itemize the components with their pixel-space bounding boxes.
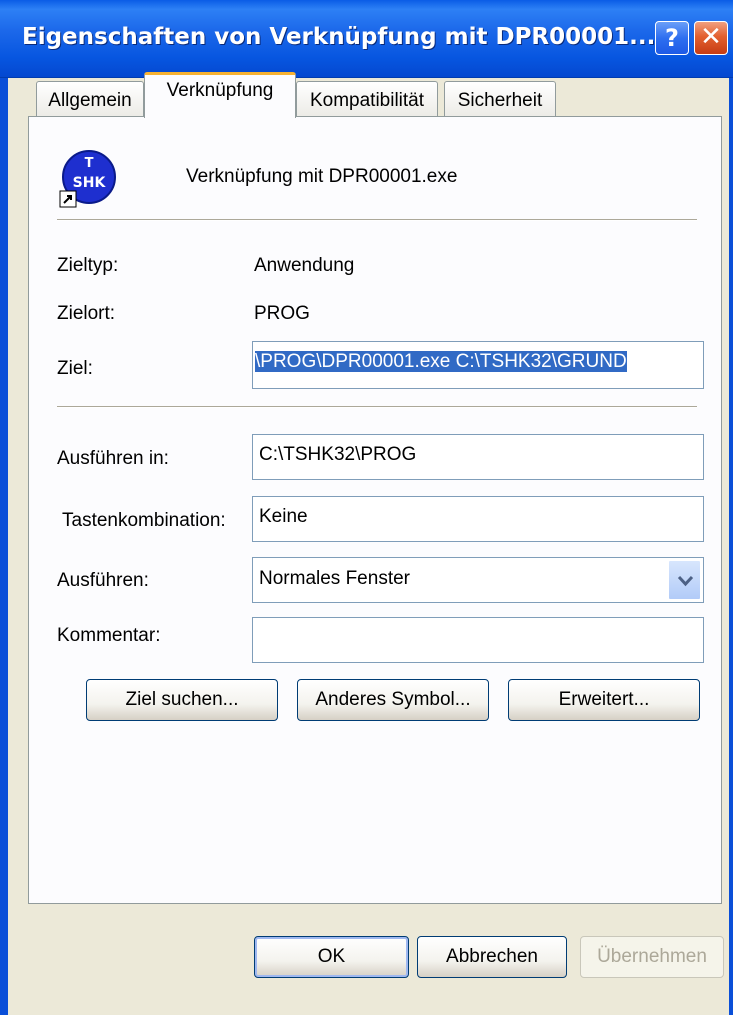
zielort-value: PROG <box>254 303 310 324</box>
chevron-down-icon <box>677 575 694 587</box>
window-frame-left <box>0 78 8 1015</box>
ausfuehren-dropdown-button[interactable] <box>668 560 701 600</box>
abbrechen-button[interactable]: Abbrechen <box>417 936 567 978</box>
zieltyp-label: Zieltyp: <box>57 255 119 276</box>
anderes-symbol-button[interactable]: Anderes Symbol... <box>297 679 489 721</box>
separator-top <box>57 219 697 221</box>
uebernehmen-button[interactable]: Übernehmen <box>580 936 724 978</box>
ziel-label: Ziel: <box>57 358 93 379</box>
zieltyp-value: Anwendung <box>254 255 355 276</box>
tab-verknuepfung[interactable]: Verknüpfung <box>144 72 296 118</box>
tastenkombination-input[interactable]: Keine <box>252 496 704 542</box>
ausfuehren-in-input[interactable]: C:\TSHK32\PROG <box>252 434 704 480</box>
window-title: Eigenschaften von Verknüpfung mit DPR000… <box>22 24 665 50</box>
ausfuehren-select[interactable]: Normales Fenster <box>252 557 704 603</box>
tab-allgemein[interactable]: Allgemein <box>36 81 144 117</box>
ziel-input[interactable]: \PROG\DPR00001.exe C:\TSHK32\GRUND <box>252 341 704 389</box>
help-button[interactable]: ? <box>655 21 689 55</box>
svg-text:T: T <box>85 156 94 171</box>
ziel-input-selection: \PROG\DPR00001.exe C:\TSHK32\GRUND <box>255 351 627 372</box>
svg-text:SHK: SHK <box>73 175 107 191</box>
zielort-label: Zielort: <box>57 303 116 324</box>
shortcut-name: Verknüpfung mit DPR00001.exe <box>186 166 458 187</box>
close-button[interactable]: ✕ <box>694 21 728 55</box>
ziel-suchen-button[interactable]: Ziel suchen... <box>86 679 278 721</box>
window-frame-right <box>729 78 733 1015</box>
kommentar-input[interactable] <box>252 617 704 663</box>
shortcut-app-icon: T SHK <box>59 150 116 208</box>
ausfuehren-label: Ausführen: <box>57 570 149 591</box>
tab-kompatibilitaet[interactable]: Kompatibilität <box>296 81 438 117</box>
erweitert-button[interactable]: Erweitert... <box>508 679 700 721</box>
ausfuehren-in-label: Ausführen in: <box>57 448 169 469</box>
tab-sicherheit[interactable]: Sicherheit <box>444 81 556 117</box>
properties-dialog: Eigenschaften von Verknüpfung mit DPR000… <box>0 0 733 1015</box>
tastenkombination-label: Tastenkombination: <box>62 510 226 531</box>
title-bar[interactable]: Eigenschaften von Verknüpfung mit DPR000… <box>0 0 733 78</box>
kommentar-label: Kommentar: <box>57 625 161 646</box>
separator-middle <box>57 406 697 408</box>
ok-button[interactable]: OK <box>254 936 409 978</box>
ausfuehren-selected-value: Normales Fenster <box>259 568 410 589</box>
